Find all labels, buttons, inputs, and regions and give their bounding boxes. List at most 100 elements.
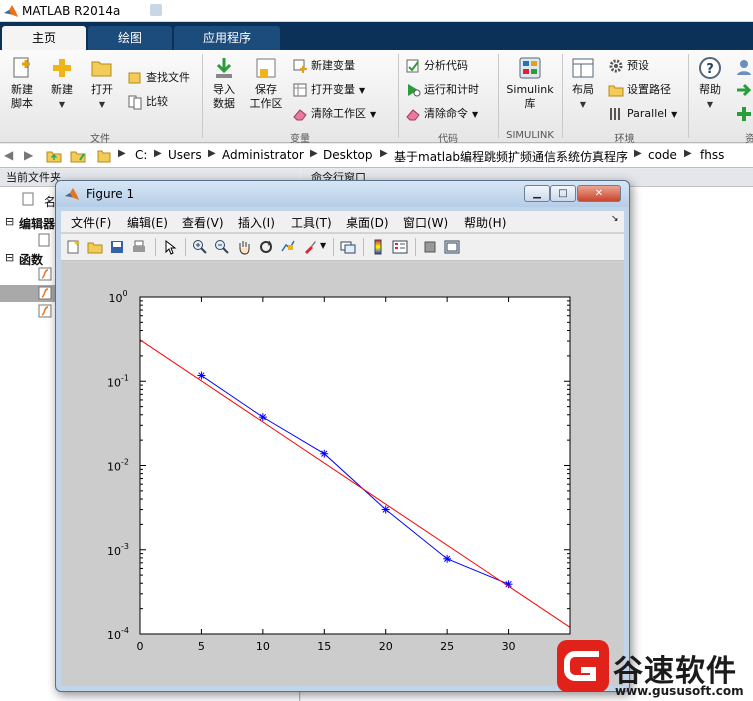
breadcrumb-desktop[interactable]: Desktop xyxy=(323,148,373,162)
path-separator: ▶ xyxy=(684,148,692,159)
zoom-out-icon[interactable] xyxy=(214,239,230,255)
zoom-in-icon[interactable] xyxy=(192,239,208,255)
figure-canvas: 0510152025303510010-110-210-310-4 xyxy=(61,262,624,686)
help-button[interactable]: ? 帮助 ▼ xyxy=(692,56,728,112)
link-plot-icon[interactable] xyxy=(340,239,356,255)
eraser-icon xyxy=(293,109,307,121)
data-cursor-icon[interactable] xyxy=(280,239,296,255)
y-tick-label: 10-4 xyxy=(107,626,129,642)
open-variable-button[interactable]: 打开变量 ▼ xyxy=(292,80,365,100)
save-workspace-button[interactable]: 保存 工作区 xyxy=(246,56,286,111)
run-and-time-icon xyxy=(408,84,421,97)
collapse-icon[interactable]: ⊟ xyxy=(5,251,14,264)
breadcrumb-fhss[interactable]: fhss xyxy=(700,148,724,162)
new-variable-icon xyxy=(293,59,307,73)
new-script-icon xyxy=(13,57,30,78)
open-button[interactable]: 打开 ▼ xyxy=(84,56,120,112)
function-file-icon[interactable] xyxy=(38,304,52,318)
save-workspace-icon xyxy=(256,58,276,78)
matlab-logo-icon xyxy=(65,188,79,200)
menu-edit[interactable]: 编辑(E) xyxy=(127,214,168,231)
run-and-time-label: 运行和计时 xyxy=(424,83,479,96)
menu-file[interactable]: 文件(F) xyxy=(71,214,111,231)
save-workspace-label-2: 工作区 xyxy=(249,97,283,110)
insert-legend-icon[interactable] xyxy=(392,239,408,255)
menu-window[interactable]: 窗口(W) xyxy=(403,214,448,231)
run-and-time-button[interactable]: 运行和计时 xyxy=(405,80,479,100)
minimize-button[interactable]: ▁ xyxy=(524,185,550,202)
matlab-logo-icon xyxy=(4,5,18,17)
breadcrumb-users[interactable]: Users xyxy=(168,148,202,162)
dock-arrow-icon[interactable]: ↘ xyxy=(611,214,619,224)
pointer-icon[interactable] xyxy=(162,239,178,255)
show-plot-tools-icon[interactable] xyxy=(444,239,460,255)
breadcrumb-code[interactable]: code xyxy=(648,148,677,162)
section-functions[interactable]: 函数 xyxy=(19,251,43,268)
menu-desktop[interactable]: 桌面(D) xyxy=(346,214,389,231)
print-icon[interactable] xyxy=(131,239,147,255)
up-folder-icon[interactable] xyxy=(46,148,62,164)
menu-insert[interactable]: 插入(I) xyxy=(238,214,275,231)
open-file-icon[interactable] xyxy=(87,239,103,255)
add-ons-icon[interactable] xyxy=(735,106,753,122)
maximize-button[interactable]: □ xyxy=(550,185,576,202)
new-figure-icon[interactable] xyxy=(65,239,81,255)
data-point-marker xyxy=(320,449,329,458)
ribbon-home: 新建 脚本 新建 ▼ 打开 ▼ 查找文件 比较 文件 导入 数据 保存 工作区 … xyxy=(0,50,753,145)
file-icon xyxy=(22,192,34,206)
function-file-icon[interactable] xyxy=(38,267,52,281)
help-icon: ? xyxy=(699,57,721,79)
preferences-button[interactable]: 预设 xyxy=(608,56,649,76)
figure-title-bar[interactable]: Figure 1 ▁ □ ✕ xyxy=(56,181,629,207)
tab-home[interactable]: 主页 xyxy=(2,26,86,50)
tab-plots[interactable]: 绘图 xyxy=(88,26,172,50)
save-icon[interactable] xyxy=(109,239,125,255)
analyze-code-button[interactable]: 分析代码 xyxy=(405,56,468,76)
x-tick-label: 20 xyxy=(379,640,393,653)
x-tick-label: 30 xyxy=(502,640,516,653)
folder-open-icon xyxy=(91,61,112,77)
menu-view[interactable]: 查看(V) xyxy=(182,214,224,231)
chevron-down-icon[interactable]: ▼ xyxy=(320,241,326,250)
hide-plot-tools-icon[interactable] xyxy=(422,239,438,255)
rotate-3d-icon[interactable] xyxy=(258,239,274,255)
insert-colorbar-icon[interactable] xyxy=(370,239,386,255)
data-point-marker xyxy=(381,505,390,514)
function-file-icon[interactable] xyxy=(38,286,52,300)
breadcrumb-drive[interactable]: C: xyxy=(135,148,147,162)
clear-commands-button[interactable]: 清除命令 ▼ xyxy=(405,104,478,124)
breadcrumb-administrator[interactable]: Administrator xyxy=(222,148,304,162)
community-icon[interactable] xyxy=(735,58,753,76)
semilog-line-chart[interactable]: 0510152025303510010-110-210-310-4 xyxy=(61,262,624,686)
group-label-resources: 资 xyxy=(745,134,753,145)
app-title: MATLAB R2014a xyxy=(22,4,121,18)
group-label-environment: 环境 xyxy=(614,134,635,145)
request-support-icon[interactable] xyxy=(735,82,753,98)
breadcrumb-project-folder[interactable]: 基于matlab编程跳频扩频通信系统仿真程序 xyxy=(394,148,628,165)
section-editor[interactable]: 编辑器 xyxy=(19,215,55,232)
back-arrow-icon[interactable]: ◀ xyxy=(4,148,13,162)
layout-button[interactable]: 布局 ▼ xyxy=(566,56,600,112)
forward-arrow-icon[interactable]: ▶ xyxy=(24,148,33,162)
new-script-button[interactable]: 新建 脚本 xyxy=(4,56,40,111)
compare-icon xyxy=(128,95,142,110)
group-label-variable: 变量 xyxy=(290,134,310,145)
parallel-button[interactable]: Parallel ▼ xyxy=(608,104,677,124)
new-button[interactable]: 新建 ▼ xyxy=(44,56,80,112)
brush-icon[interactable] xyxy=(302,239,318,255)
menu-help[interactable]: 帮助(H) xyxy=(464,214,506,231)
set-path-button[interactable]: 设置路径 xyxy=(608,80,671,100)
browse-folder-icon[interactable] xyxy=(70,148,86,164)
pan-hand-icon[interactable] xyxy=(236,239,252,255)
import-data-button[interactable]: 导入 数据 xyxy=(206,56,242,111)
menu-tools[interactable]: 工具(T) xyxy=(291,214,332,231)
tab-apps[interactable]: 应用程序 xyxy=(174,26,280,50)
collapse-icon[interactable]: ⊟ xyxy=(5,215,14,228)
compare-button[interactable]: 比较 xyxy=(127,92,168,112)
close-button[interactable]: ✕ xyxy=(577,185,621,202)
simulink-library-button[interactable]: Simulink 库 xyxy=(502,56,558,111)
new-variable-button[interactable]: 新建变量 xyxy=(292,56,355,76)
import-arrow-icon xyxy=(216,58,232,78)
find-files-button[interactable]: 查找文件 xyxy=(127,68,190,88)
clear-workspace-button[interactable]: 清除工作区 ▼ xyxy=(292,104,376,124)
